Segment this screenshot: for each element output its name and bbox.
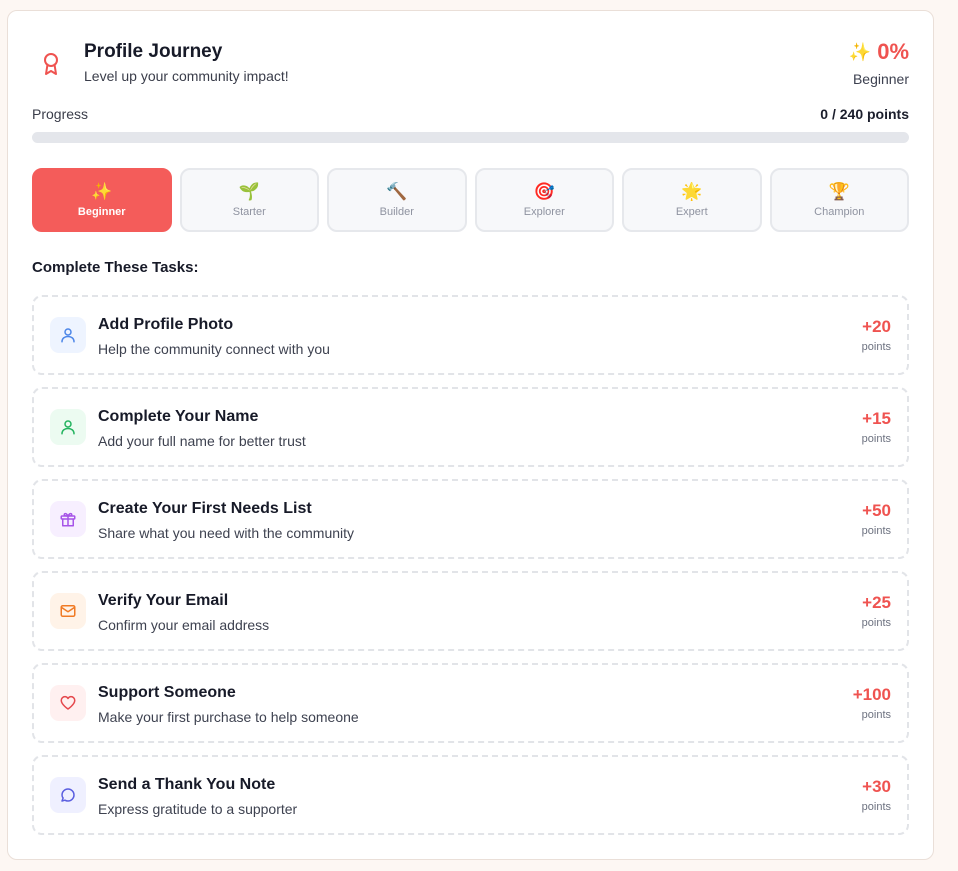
task-points-value: +15 bbox=[862, 409, 891, 428]
task-points-unit: points bbox=[861, 617, 891, 629]
task-points-unit: points bbox=[861, 433, 891, 445]
task-title: Verify Your Email bbox=[98, 592, 229, 609]
level-emoji: 🌱 bbox=[238, 182, 260, 201]
task-icon-box bbox=[50, 685, 86, 721]
level-emoji: 🎯 bbox=[533, 182, 555, 201]
task-points-value: +20 bbox=[862, 317, 891, 336]
progress-label-row: Progress 0 / 240 points bbox=[32, 106, 909, 126]
level-label: Champion bbox=[814, 206, 865, 218]
task-points-value: +25 bbox=[862, 593, 891, 612]
task-description: Help the community connect with you bbox=[98, 341, 330, 357]
task-points-value: +50 bbox=[862, 501, 891, 520]
level-champion[interactable]: 🏆 Champion bbox=[769, 168, 909, 232]
task-icon-box bbox=[50, 409, 86, 445]
journey-header: Profile Journey Level up your community … bbox=[32, 39, 909, 99]
task-support-someone[interactable]: Support Someone Make your first purchase… bbox=[32, 663, 909, 743]
level-emoji: 🌟 bbox=[681, 182, 703, 201]
task-complete-your-name[interactable]: Complete Your Name Add your full name fo… bbox=[32, 387, 909, 467]
task-points-unit: points bbox=[861, 525, 891, 537]
task-send-thank-you-note[interactable]: Send a Thank You Note Express gratitude … bbox=[32, 755, 909, 835]
task-points: +30 points bbox=[862, 777, 891, 813]
level-builder[interactable]: 🔨 Builder bbox=[327, 168, 467, 232]
task-description: Add your full name for better trust bbox=[98, 433, 306, 449]
current-level: Beginner bbox=[852, 71, 909, 87]
level-emoji: ✨ bbox=[91, 182, 113, 201]
sparkle-icon: ✨ bbox=[848, 41, 872, 62]
tasks-heading: Complete These Tasks: bbox=[32, 259, 199, 276]
page-subtitle: Level up your community impact! bbox=[84, 68, 289, 84]
page-title: Profile Journey bbox=[84, 41, 223, 62]
task-points: +100 points bbox=[853, 685, 891, 721]
task-add-profile-photo[interactable]: Add Profile Photo Help the community con… bbox=[32, 295, 909, 375]
progress-bar bbox=[32, 132, 909, 143]
task-description: Make your first purchase to help someone bbox=[98, 709, 359, 725]
user-icon bbox=[61, 328, 75, 343]
task-points-unit: points bbox=[861, 341, 891, 353]
task-description: Confirm your email address bbox=[98, 617, 270, 633]
gift-icon bbox=[60, 512, 76, 527]
task-points-unit: points bbox=[861, 801, 891, 813]
task-icon-box bbox=[50, 777, 86, 813]
level-tabs: ✨ Beginner 🌱 Starter 🔨 Builder 🎯 Explore… bbox=[32, 168, 909, 232]
message-circle-icon bbox=[61, 788, 75, 802]
level-label: Beginner bbox=[77, 206, 126, 218]
task-description: Share what you need with the community bbox=[98, 525, 355, 541]
level-label: Expert bbox=[675, 206, 708, 218]
task-verify-email[interactable]: Verify Your Email Confirm your email add… bbox=[32, 571, 909, 651]
task-icon-box bbox=[50, 501, 86, 537]
level-label: Builder bbox=[379, 206, 414, 218]
level-starter[interactable]: 🌱 Starter bbox=[179, 168, 319, 232]
heart-icon bbox=[60, 695, 76, 710]
task-points-value: +30 bbox=[862, 777, 891, 796]
task-points: +50 points bbox=[862, 501, 891, 537]
task-points: +15 points bbox=[862, 409, 891, 445]
mail-icon bbox=[60, 605, 76, 617]
task-title: Support Someone bbox=[98, 684, 236, 701]
level-beginner[interactable]: ✨ Beginner bbox=[32, 168, 172, 232]
task-description: Express gratitude to a supporter bbox=[98, 801, 298, 817]
task-points-value: +100 bbox=[852, 685, 891, 704]
task-points: +25 points bbox=[862, 593, 891, 629]
level-label: Starter bbox=[232, 206, 266, 218]
task-points-unit: points bbox=[861, 709, 891, 721]
task-list: Add Profile Photo Help the community con… bbox=[32, 295, 909, 847]
progress-label: Progress bbox=[32, 106, 89, 122]
profile-journey-card: Profile Journey Level up your community … bbox=[7, 10, 934, 860]
task-points: +20 points bbox=[862, 317, 891, 353]
task-title: Add Profile Photo bbox=[98, 316, 234, 333]
completion-summary: ✨ 0% Beginner bbox=[849, 39, 909, 87]
task-title: Send a Thank You Note bbox=[98, 776, 276, 793]
level-emoji: 🏆 bbox=[828, 182, 850, 201]
user-check-icon bbox=[61, 420, 75, 435]
level-explorer[interactable]: 🎯 Explorer bbox=[474, 168, 614, 232]
level-label: Explorer bbox=[523, 206, 565, 218]
completion-percent: 0% bbox=[877, 39, 909, 64]
level-expert[interactable]: 🌟 Expert bbox=[622, 168, 762, 232]
award-icon bbox=[44, 53, 58, 75]
task-title: Complete Your Name bbox=[98, 408, 259, 425]
level-emoji: 🔨 bbox=[386, 182, 408, 201]
progress-points: 0 / 240 points bbox=[820, 106, 909, 122]
task-icon-box bbox=[50, 317, 86, 353]
task-title: Create Your First Needs List bbox=[98, 500, 312, 517]
task-icon-box bbox=[50, 593, 86, 629]
task-create-needs-list[interactable]: Create Your First Needs List Share what … bbox=[32, 479, 909, 559]
